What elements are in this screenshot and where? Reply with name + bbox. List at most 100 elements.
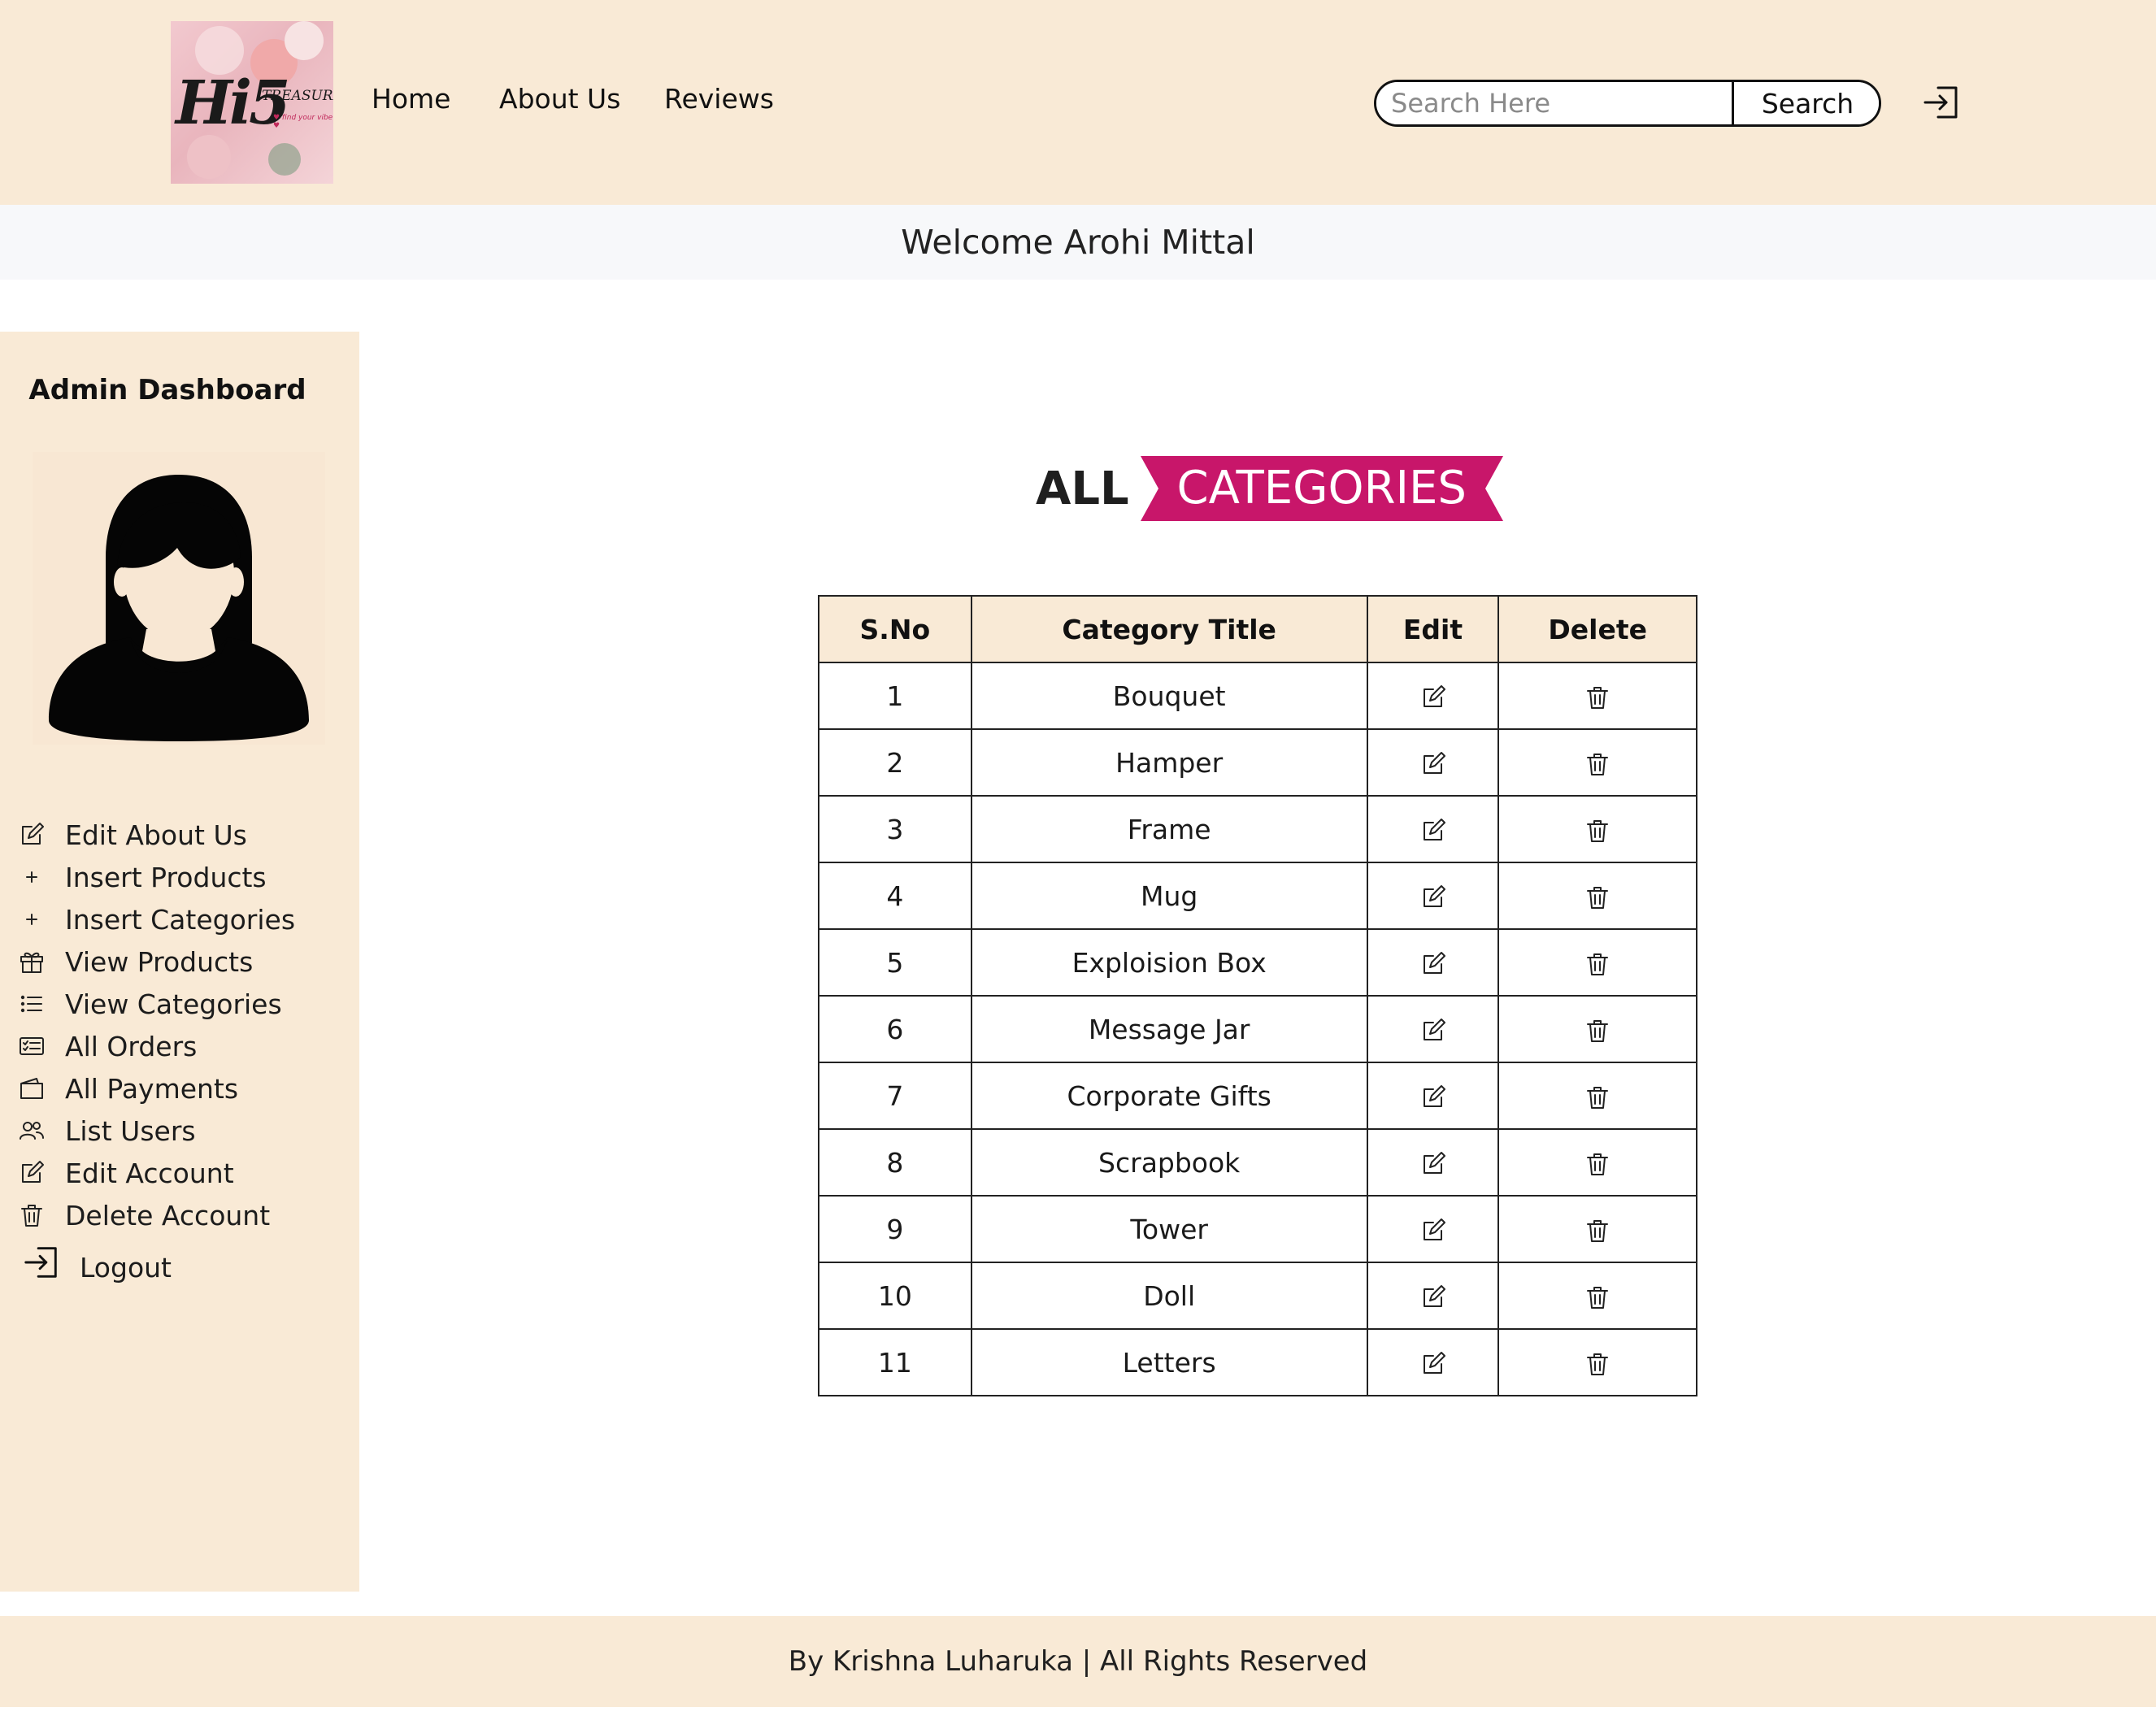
cell-sno: 6 <box>818 995 972 1063</box>
cell-sno: 4 <box>818 862 972 930</box>
edit-icon[interactable] <box>1419 1083 1448 1112</box>
edit-icon[interactable] <box>1419 1349 1448 1379</box>
edit-icon[interactable] <box>1419 949 1448 979</box>
sidebar-item-all-payments[interactable]: All Payments <box>18 1068 238 1109</box>
sidebar-item-all-orders[interactable]: All Orders <box>18 1026 197 1066</box>
cell-edit <box>1366 795 1500 863</box>
cell-sno: 5 <box>818 928 972 997</box>
edit-icon[interactable] <box>1419 883 1448 912</box>
edit-icon <box>18 821 46 849</box>
sidebar-item-edit-account[interactable]: Edit Account <box>18 1153 234 1193</box>
cell-delete <box>1497 728 1697 797</box>
edit-icon[interactable] <box>1419 1016 1448 1045</box>
table-row: 2 Hamper <box>818 728 1697 797</box>
table-row: 10 Doll <box>818 1262 1697 1330</box>
page-title: ALL CATEGORIES <box>1036 455 1503 522</box>
cell-sno: 9 <box>818 1195 972 1263</box>
cell-sno: 7 <box>818 1062 972 1130</box>
search-button[interactable]: Search <box>1737 82 1879 124</box>
cell-delete <box>1497 662 1697 730</box>
nav-home-link[interactable]: Home <box>372 83 450 115</box>
trash-icon[interactable] <box>1583 816 1612 845</box>
trash-icon[interactable] <box>1583 883 1612 912</box>
sidebar-item-view-products[interactable]: View Products <box>18 941 253 982</box>
cell-category-title: Mug <box>970 862 1368 930</box>
sidebar-item-view-categories[interactable]: View Categories <box>18 984 282 1024</box>
sidebar-item-label: Delete Account <box>65 1199 271 1231</box>
cell-delete <box>1497 1195 1697 1263</box>
sidebar-item-list-users[interactable]: List Users <box>18 1110 196 1151</box>
nav-about-link[interactable]: About Us <box>499 83 620 115</box>
sidebar-item-label: Insert Categories <box>65 903 296 936</box>
table-row: 7 Corporate Gifts <box>818 1062 1697 1130</box>
trash-icon[interactable] <box>1583 1216 1612 1245</box>
orders-icon <box>18 1032 46 1060</box>
nav-reviews-link[interactable]: Reviews <box>664 83 774 115</box>
sidebar-item-insert-products[interactable]: Insert Products <box>18 857 267 897</box>
table-row: 1 Bouquet <box>818 662 1697 730</box>
edit-icon <box>18 1159 46 1187</box>
cell-delete <box>1497 995 1697 1063</box>
trash-icon[interactable] <box>1583 1283 1612 1312</box>
column-header-sno: S.No <box>818 595 972 663</box>
sidebar-item-label: View Categories <box>65 988 282 1020</box>
search-input[interactable] <box>1376 82 1734 124</box>
sidebar-item-label: List Users <box>65 1114 196 1147</box>
plus-icon <box>18 906 46 933</box>
cell-delete <box>1497 1328 1697 1396</box>
trash-icon[interactable] <box>1583 683 1612 712</box>
categories-table-body: 1 Bouquet 2 Hamper 3 Frame 4 Mug 5 Exploision Box… <box>818 662 1697 1396</box>
wallet-icon <box>18 1075 46 1102</box>
edit-icon[interactable] <box>1419 816 1448 845</box>
edit-icon[interactable] <box>1419 1283 1448 1312</box>
cell-category-title: Exploision Box <box>970 928 1368 997</box>
table-row: 9 Tower <box>818 1195 1697 1263</box>
sidebar-item-label: Edit Account <box>65 1157 234 1189</box>
table-header-row: S.No Category Title Edit Delete <box>818 595 1697 663</box>
site-logo[interactable]: Hi5 TREASURES ♥ find your vibe ♥ <box>171 21 333 184</box>
trash-icon[interactable] <box>1583 949 1612 979</box>
sidebar-item-label: View Products <box>65 945 254 978</box>
edit-icon[interactable] <box>1419 683 1448 712</box>
table-row: 4 Mug <box>818 862 1697 930</box>
cell-edit <box>1366 995 1500 1063</box>
list-icon <box>18 990 46 1018</box>
cell-category-title: Letters <box>970 1328 1368 1396</box>
trash-icon[interactable] <box>1583 1149 1612 1179</box>
logo-flower-decoration <box>268 143 301 176</box>
trash-icon[interactable] <box>1583 749 1612 779</box>
cell-sno: 3 <box>818 795 972 863</box>
edit-icon[interactable] <box>1419 1216 1448 1245</box>
trash-icon[interactable] <box>1583 1349 1612 1379</box>
cell-sno: 10 <box>818 1262 972 1330</box>
sidebar-item-edit-about-us[interactable]: Edit About Us <box>18 814 247 855</box>
edit-icon[interactable] <box>1419 749 1448 779</box>
sidebar-item-label: All Orders <box>65 1030 198 1062</box>
trash-icon[interactable] <box>1583 1016 1612 1045</box>
table-row: 3 Frame <box>818 795 1697 863</box>
logo-flower-decoration <box>187 135 231 179</box>
cell-delete <box>1497 1262 1697 1330</box>
cell-edit <box>1366 728 1500 797</box>
cell-delete <box>1497 1128 1697 1197</box>
sidebar-item-logout[interactable]: Logout <box>21 1242 172 1283</box>
admin-sidebar: Admin Dashboard Edit About Us Insert Pro… <box>0 332 359 1592</box>
cell-category-title: Corporate Gifts <box>970 1062 1368 1130</box>
sidebar-item-insert-categories[interactable]: Insert Categories <box>18 899 295 940</box>
cell-edit <box>1366 862 1500 930</box>
sidebar-item-label: All Payments <box>65 1072 239 1105</box>
cell-edit <box>1366 1262 1500 1330</box>
cell-delete <box>1497 795 1697 863</box>
cell-category-title: Scrapbook <box>970 1128 1368 1197</box>
logo-flower-decoration <box>195 26 244 75</box>
trash-icon[interactable] <box>1583 1083 1612 1112</box>
login-icon[interactable] <box>1920 81 1963 124</box>
cell-edit <box>1366 662 1500 730</box>
sidebar-item-delete-account[interactable]: Delete Account <box>18 1195 270 1236</box>
cell-sno: 8 <box>818 1128 972 1197</box>
table-row: 8 Scrapbook <box>818 1128 1697 1197</box>
cell-sno: 1 <box>818 662 972 730</box>
table-row: 11 Letters <box>818 1328 1697 1396</box>
gift-icon <box>18 948 46 975</box>
edit-icon[interactable] <box>1419 1149 1448 1179</box>
